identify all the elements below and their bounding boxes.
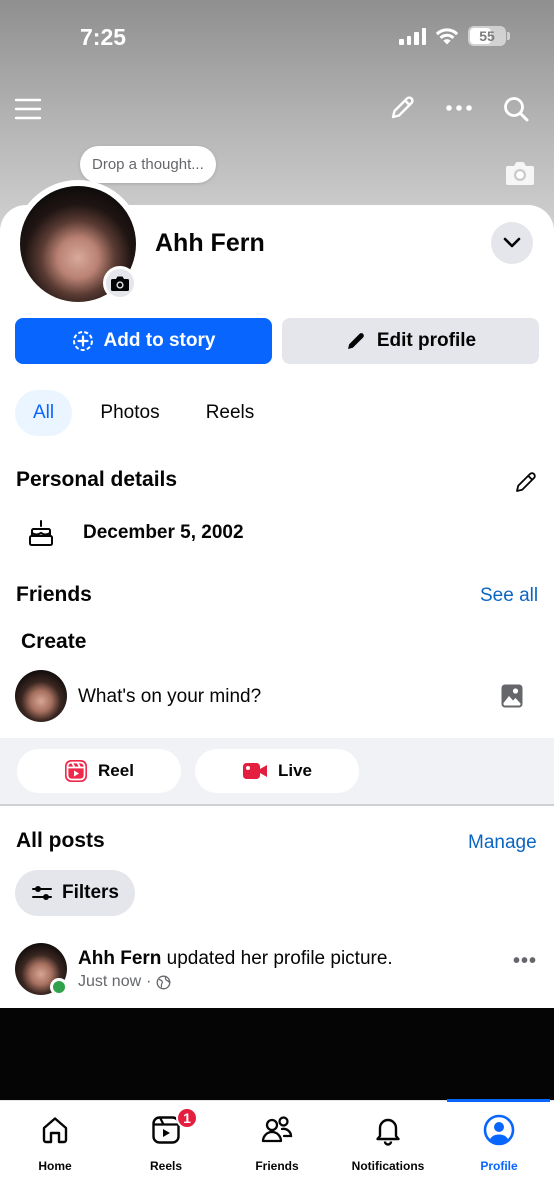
home-icon xyxy=(39,1113,71,1147)
tab-all[interactable]: All xyxy=(15,390,72,436)
thought-bubble[interactable]: Drop a thought... xyxy=(80,146,216,183)
public-globe-icon xyxy=(157,975,171,989)
nav-friends[interactable]: Friends xyxy=(222,1101,332,1200)
chevron-down-icon xyxy=(503,237,521,248)
filter-sliders-icon xyxy=(31,886,52,900)
filters-button[interactable]: Filters xyxy=(15,870,135,916)
hamburger-menu-icon[interactable] xyxy=(12,94,44,124)
nav-home[interactable]: Home xyxy=(0,1101,110,1200)
create-reel-button[interactable]: Reel xyxy=(17,749,181,793)
live-label: Live xyxy=(277,761,313,780)
nav-active-indicator xyxy=(447,1099,550,1102)
status-time: 7:25 xyxy=(80,24,127,50)
profile-icon xyxy=(483,1113,515,1147)
post-media[interactable] xyxy=(0,1008,554,1100)
pencil-icon xyxy=(347,333,364,349)
nav-home-label: Home xyxy=(38,1159,72,1173)
create-title: Create xyxy=(21,630,87,653)
composer-avatar[interactable] xyxy=(15,670,67,722)
nav-friends-label: Friends xyxy=(255,1159,299,1173)
go-live-button[interactable]: Live xyxy=(195,749,359,793)
friends-title: Friends xyxy=(16,583,92,606)
post-more-icon[interactable]: ••• xyxy=(513,950,537,973)
reel-label: Reel xyxy=(98,761,134,780)
profile-name: Ahh Fern xyxy=(155,229,265,257)
personal-details-title: Personal details xyxy=(16,468,178,491)
birthday-value: December 5, 2002 xyxy=(83,522,244,543)
post-timestamp[interactable]: Just now xyxy=(78,973,141,991)
whats-on-your-mind-input[interactable]: What's on your mind? xyxy=(78,686,261,708)
nav-profile[interactable]: Profile xyxy=(444,1101,554,1200)
nav-reels-label: Reels xyxy=(149,1159,183,1173)
camera-icon[interactable] xyxy=(503,158,537,188)
post-header: Ahh Fern updated her profile picture. xyxy=(78,948,393,970)
edit-profile-button[interactable]: Edit profile xyxy=(282,318,539,364)
add-circle-icon xyxy=(72,331,93,351)
see-all-friends-link[interactable]: See all xyxy=(480,585,538,607)
avatar-camera-icon[interactable] xyxy=(103,266,137,300)
profile-options-button[interactable] xyxy=(491,222,533,264)
post-meta-separator: · xyxy=(146,973,152,990)
birthday-cake-icon xyxy=(26,517,56,549)
tab-photos[interactable]: Photos xyxy=(90,390,170,436)
reels-icon: 1 xyxy=(150,1107,198,1147)
more-horizontal-icon[interactable] xyxy=(444,96,474,120)
battery-icon: 55 xyxy=(468,26,510,46)
add-to-story-button[interactable]: Add to story xyxy=(15,318,272,364)
cellular-signal-icon xyxy=(399,27,426,45)
post-meta: Just now · xyxy=(78,973,171,991)
filters-label: Filters xyxy=(61,882,120,903)
wifi-icon xyxy=(435,28,459,45)
edit-details-icon[interactable] xyxy=(512,468,540,496)
friends-icon xyxy=(260,1113,294,1147)
manage-posts-link[interactable]: Manage xyxy=(468,832,537,854)
live-video-icon xyxy=(242,763,267,779)
add-to-story-label: Add to story xyxy=(103,330,216,351)
nav-notifications[interactable]: Notifications xyxy=(333,1101,443,1200)
post-author-name[interactable]: Ahh Fern xyxy=(78,948,161,969)
edit-profile-label: Edit profile xyxy=(376,330,477,351)
nav-notifications-label: Notifications xyxy=(351,1159,425,1173)
reel-icon xyxy=(65,760,88,782)
bottom-navigation: Home 1 Reels Friends Notifications Profi… xyxy=(0,1100,554,1200)
tab-reels[interactable]: Reels xyxy=(196,390,264,436)
nav-reels[interactable]: 1 Reels xyxy=(111,1101,221,1200)
all-posts-title: All posts xyxy=(16,829,105,852)
online-status-dot xyxy=(50,978,68,996)
post-action-text: updated her profile picture. xyxy=(161,948,393,969)
search-icon[interactable] xyxy=(500,93,532,125)
pencil-icon[interactable] xyxy=(386,92,418,124)
reels-badge: 1 xyxy=(176,1107,198,1129)
bell-icon xyxy=(372,1113,404,1147)
battery-level: 55 xyxy=(479,28,495,44)
status-indicators: 55 xyxy=(399,26,510,46)
photo-icon[interactable] xyxy=(499,682,525,710)
nav-profile-label: Profile xyxy=(480,1159,518,1173)
